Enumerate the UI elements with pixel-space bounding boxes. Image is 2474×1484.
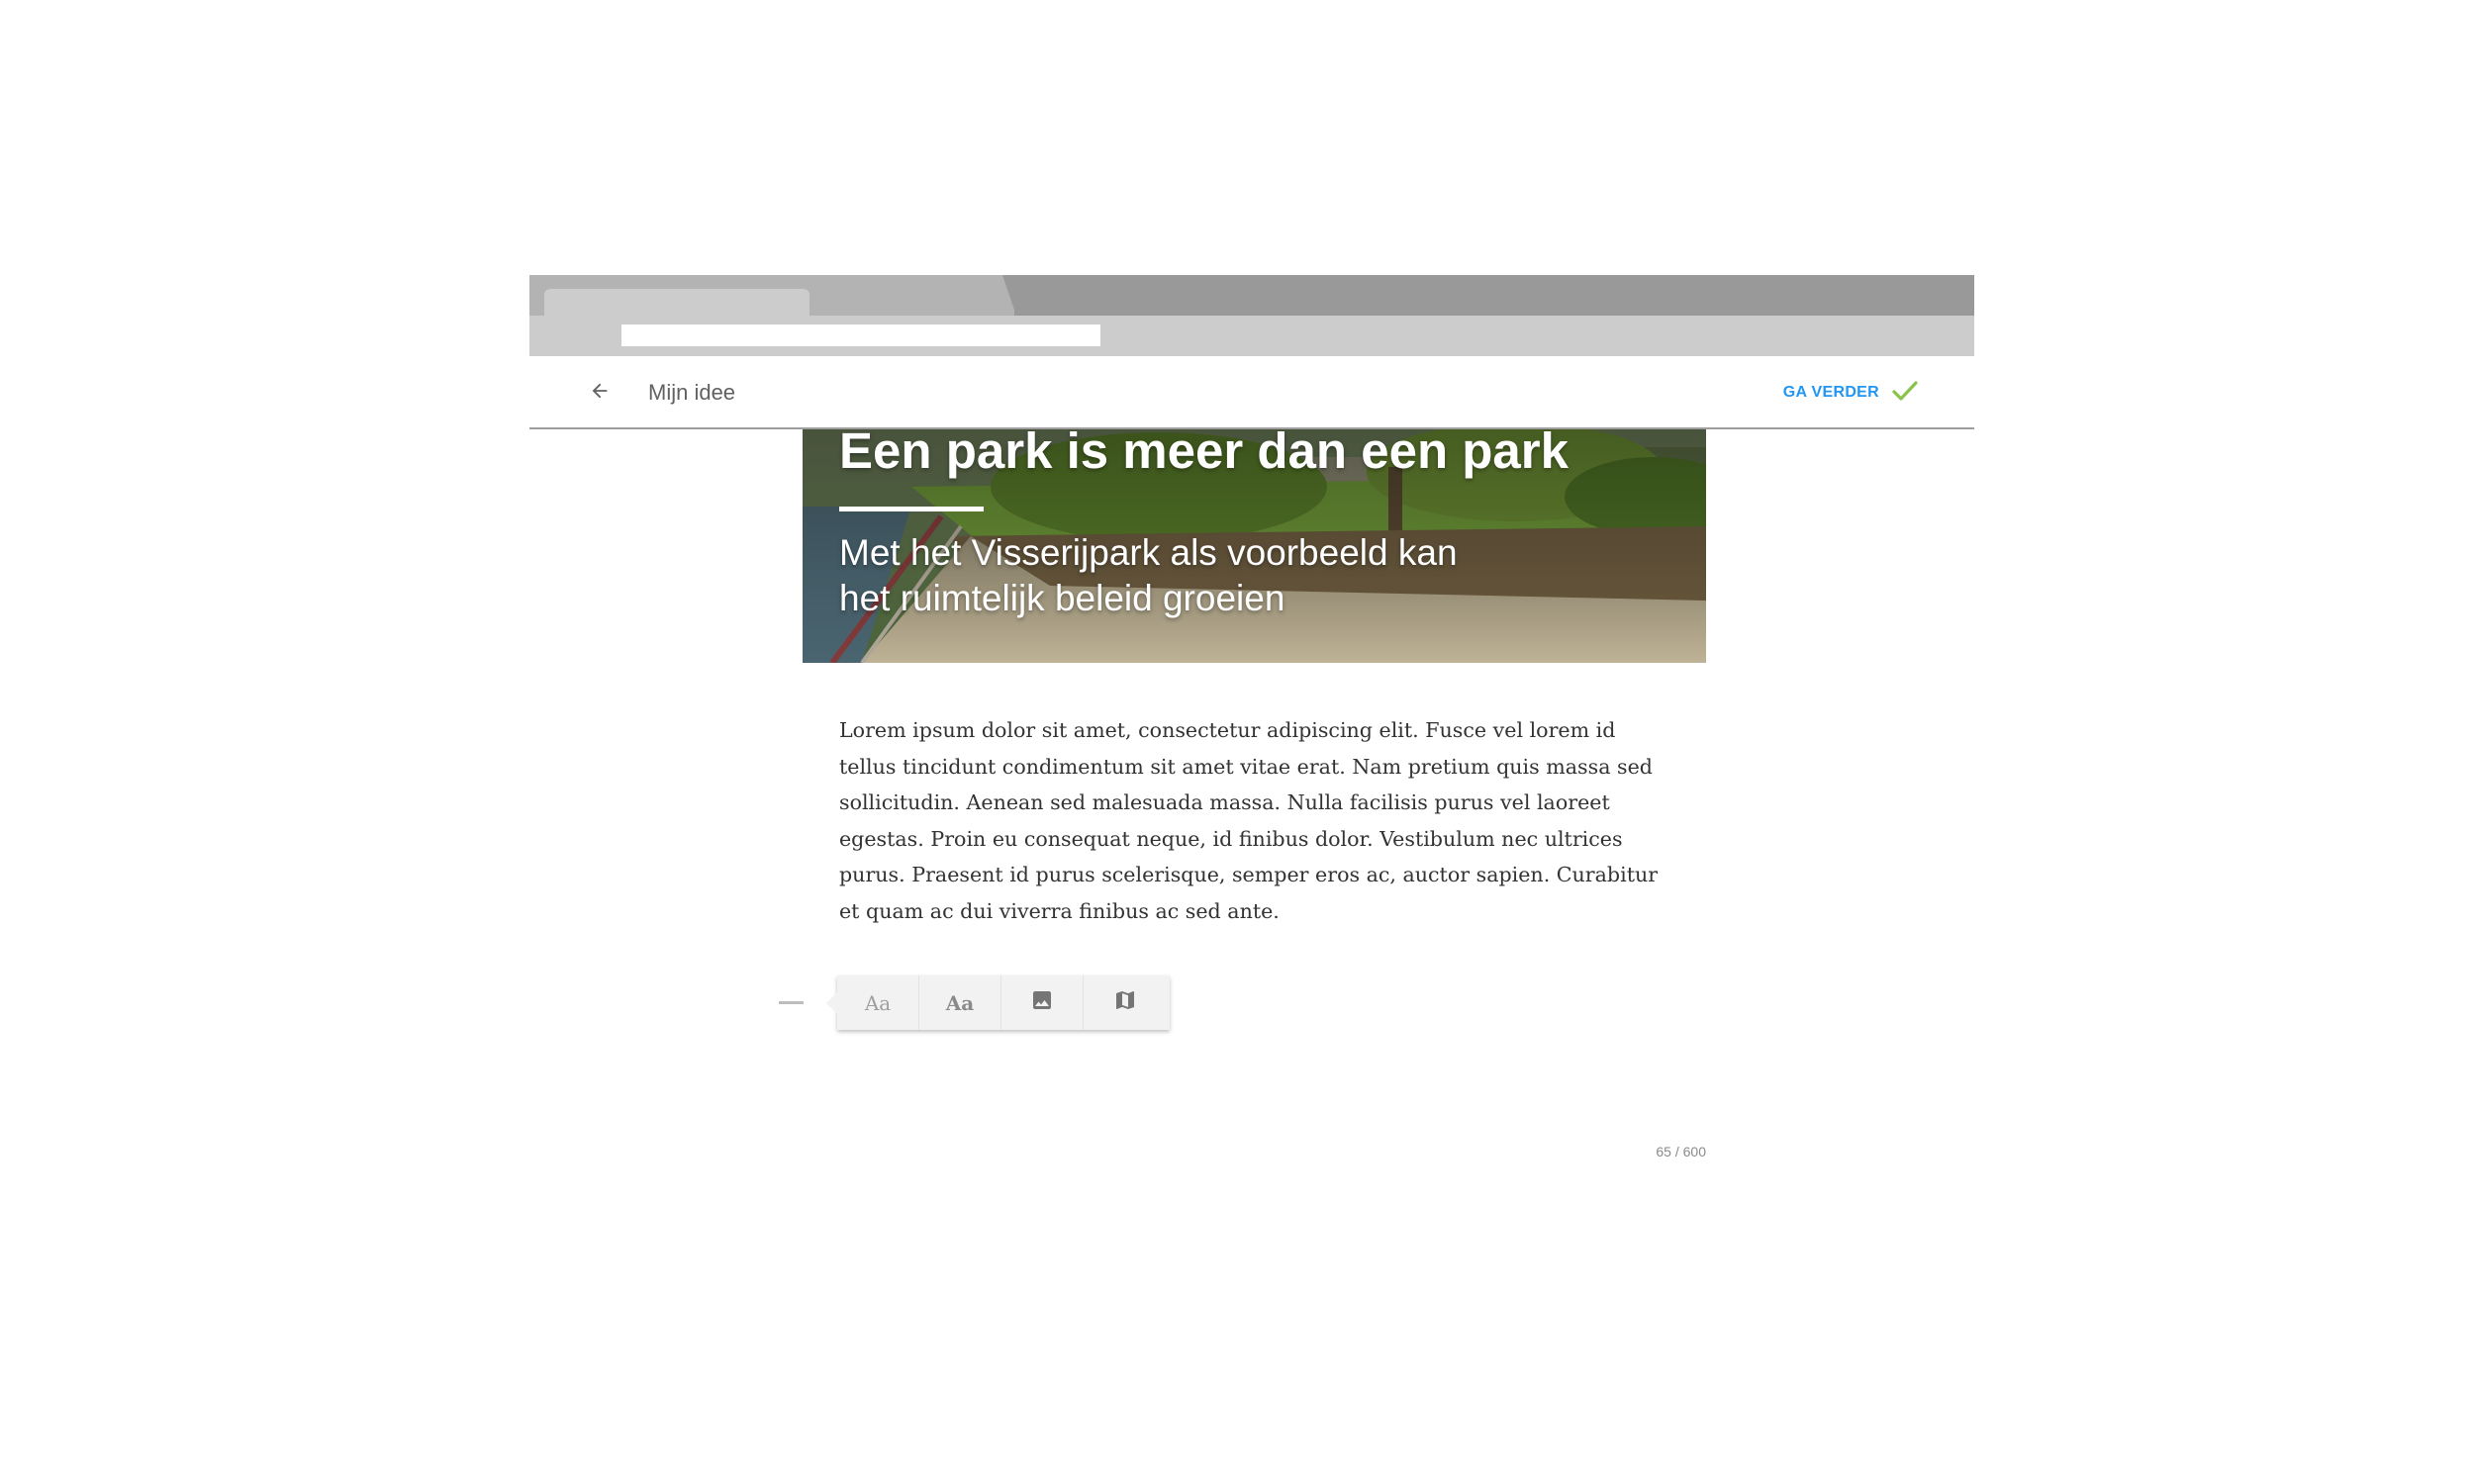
insert-toolbar: Aa Aa — [826, 975, 1170, 1030]
insert-marker[interactable] — [779, 1001, 804, 1004]
tab-strip-background — [1014, 275, 1974, 316]
title-divider — [839, 507, 984, 511]
continue-button[interactable]: GA VERDER — [1783, 376, 1919, 410]
arrow-left-icon — [589, 380, 611, 407]
character-counter: 65 / 600 — [1656, 1144, 1706, 1159]
check-icon — [1891, 379, 1919, 408]
browser-chrome — [529, 275, 1974, 356]
add-map-button[interactable] — [1084, 975, 1167, 1030]
tab-strip-slant — [1002, 275, 1016, 316]
app-bar: Mijn idee GA VERDER — [529, 356, 1974, 429]
add-text-button[interactable]: Aa — [837, 975, 919, 1030]
add-image-button[interactable] — [1001, 975, 1084, 1030]
page-title: Mijn idee — [648, 380, 736, 405]
address-bar[interactable] — [621, 325, 1100, 346]
continue-label: GA VERDER — [1782, 384, 1879, 401]
hero-title[interactable]: Een park is meer dan een park — [839, 427, 1569, 480]
text-bold-style-icon: Aa — [945, 990, 975, 1015]
hero-subtitle[interactable]: Met het Visserijpark als voorbeeld kan h… — [839, 530, 1492, 621]
back-button[interactable] — [583, 376, 617, 410]
add-heading-button[interactable]: Aa — [919, 975, 1001, 1030]
image-icon — [1030, 988, 1054, 1017]
text-style-icon: Aa — [864, 990, 892, 1015]
browser-tab[interactable] — [544, 289, 809, 316]
hero-image: Een park is meer dan een park Met het Vi… — [803, 427, 1706, 663]
body-paragraph[interactable]: Lorem ipsum dolor sit amet, consectetur … — [839, 712, 1672, 929]
toolbar-pointer — [826, 992, 837, 1014]
tab-strip — [529, 275, 1974, 316]
map-icon — [1113, 988, 1137, 1017]
